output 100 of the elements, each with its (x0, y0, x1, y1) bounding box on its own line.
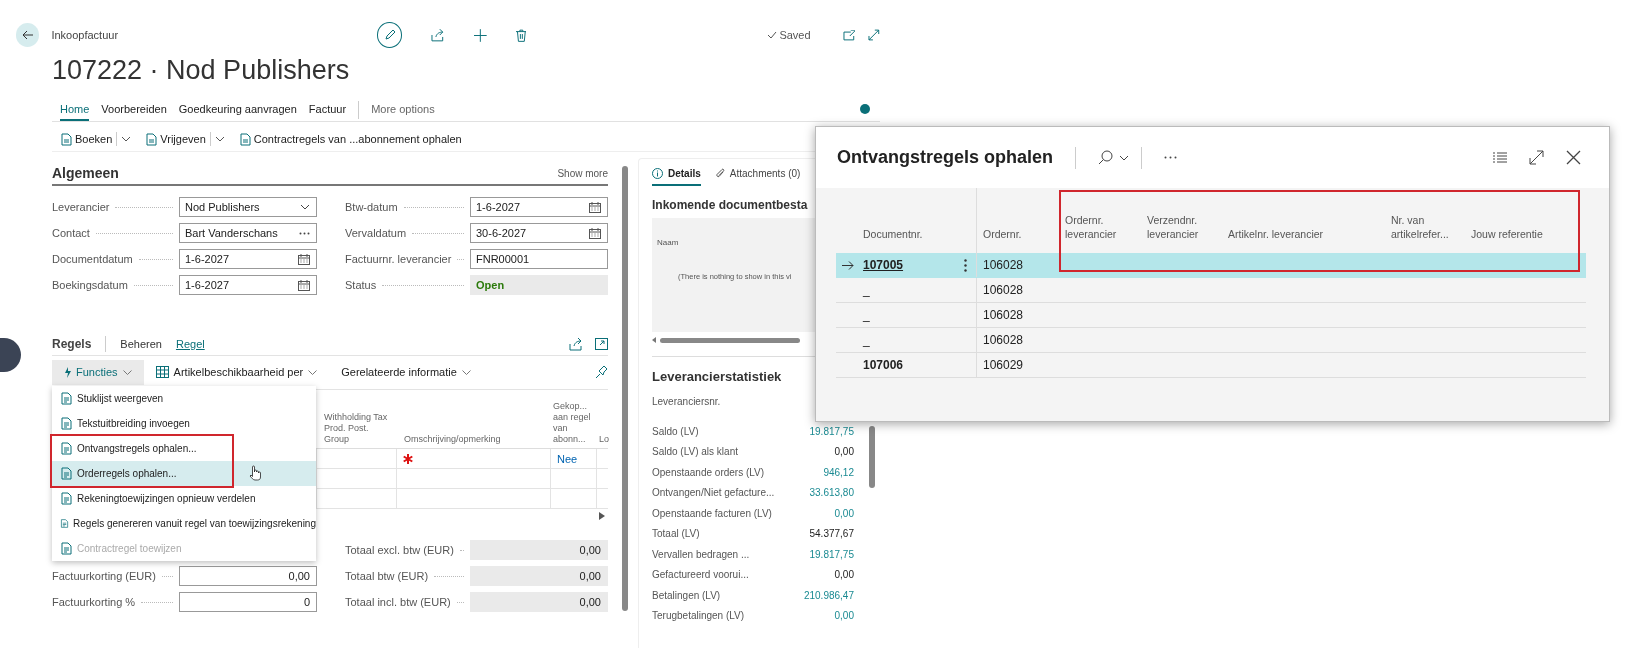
action-button[interactable]: Vrijgeven (145, 132, 225, 146)
stat-link[interactable]: 0,00 (834, 610, 854, 622)
expand-icon[interactable] (868, 29, 880, 41)
share-icon[interactable] (431, 28, 445, 42)
menu-item[interactable]: Orderregels ophalen... (52, 461, 316, 486)
table-cell[interactable] (596, 469, 608, 489)
caret-icon[interactable] (121, 136, 132, 142)
nav-tab[interactable]: Goedkeuring aanvragen (178, 99, 297, 121)
calendar-icon[interactable] (298, 279, 310, 291)
column-header[interactable]: Ordernr. (977, 188, 1059, 253)
calendar-icon[interactable] (589, 201, 601, 213)
column-header[interactable]: Omschrijving/opmerking (396, 390, 550, 449)
document-icon (60, 517, 70, 530)
factbox-tab[interactable]: Details (652, 162, 701, 186)
lines-tab[interactable]: Beheren (120, 338, 162, 350)
stat-link[interactable]: 0,00 (834, 507, 854, 519)
action-button[interactable]: Boeken (60, 132, 132, 146)
stat-link[interactable]: 210.986,47 (803, 589, 854, 601)
calendar-icon[interactable] (298, 253, 310, 265)
toolbar-button[interactable]: Artikelbeschikbaarheid per (143, 359, 330, 385)
menu-item[interactable]: Ontvangstregels ophalen... (52, 436, 316, 461)
more-vertical-icon[interactable] (964, 258, 967, 272)
column-header[interactable]: Jouw referentie (1465, 188, 1586, 253)
table-row[interactable]: 107005 106028 (836, 253, 1586, 278)
factbox-tab[interactable]: Attachments (0) (714, 162, 801, 186)
menu-item[interactable]: Stuklijst weergeven (52, 386, 316, 411)
table-cell: _ (863, 308, 870, 322)
pin-icon[interactable] (595, 365, 608, 379)
column-header[interactable]: Lo (596, 390, 608, 449)
table-row[interactable]: _ 106028 (836, 328, 1586, 353)
list-icon[interactable] (1493, 152, 1507, 163)
back-button[interactable] (16, 23, 40, 47)
lookup-field[interactable]: Bart Vanderschans (179, 223, 317, 243)
table-cell[interactable] (396, 489, 550, 509)
table-cell[interactable] (550, 489, 596, 509)
table-cell[interactable] (396, 469, 550, 489)
lines-tab[interactable]: Regel (175, 338, 205, 350)
table-cell[interactable] (596, 449, 608, 469)
column-header[interactable]: Nr. van artikelrefer... (1385, 188, 1465, 253)
table-cell[interactable] (596, 489, 608, 509)
table-row[interactable]: 107006 106029 (836, 353, 1586, 378)
more-options-tab[interactable]: More options (371, 99, 435, 121)
nav-tab[interactable]: Home (60, 99, 90, 121)
field-label: Factuurnr. leverancier (345, 253, 452, 265)
table-cell[interactable] (550, 469, 596, 489)
open-in-new-window-icon[interactable] (842, 29, 856, 41)
scrollbar[interactable] (869, 426, 875, 488)
menu-item[interactable]: Regels genereren vanuit regel van toewijzingsrekening (52, 511, 316, 536)
stat-link[interactable]: 19.817,75 (809, 425, 854, 437)
close-icon[interactable] (1566, 150, 1581, 165)
caret-icon[interactable] (1119, 154, 1130, 161)
scrollbar-thumb[interactable] (660, 337, 800, 343)
table-row[interactable]: _ 106028 (836, 303, 1586, 328)
document-link[interactable]: 107005 (863, 258, 904, 272)
more-icon[interactable] (1164, 156, 1178, 159)
plus-icon[interactable] (474, 28, 487, 42)
stat-value: 0,00 (834, 569, 854, 581)
table-row[interactable]: _ 106028 (836, 278, 1586, 303)
column-header[interactable]: Ordernr. leverancier (1059, 188, 1141, 253)
column-header[interactable]: Verzendnr. leverancier (1141, 188, 1222, 253)
stat-link[interactable]: 33.613,80 (809, 487, 854, 499)
table-cell[interactable] (396, 449, 550, 469)
menu-item[interactable]: Rekeningtoewijzingen opnieuw verdelen (52, 486, 316, 511)
stat-link[interactable]: 946,12 (823, 466, 854, 478)
scrollbar[interactable] (622, 166, 628, 611)
nav-tab[interactable]: Voorbereiden (101, 99, 167, 121)
pencil-icon (383, 29, 396, 41)
expand-icon[interactable] (595, 338, 608, 350)
scroll-right-icon[interactable] (599, 512, 605, 520)
number-field[interactable]: 0 (179, 592, 317, 612)
stat-label: Gefactureerd voorui... (652, 569, 749, 581)
table-cell: 106028 (983, 308, 1024, 322)
caret-icon[interactable] (214, 136, 225, 142)
toolbar-button[interactable]: Functies (52, 359, 144, 385)
panel-handle[interactable] (0, 338, 21, 372)
text-field[interactable]: FNR00001 (470, 249, 608, 269)
toolbar-button[interactable]: Gerelateerde informatie (329, 359, 483, 385)
expand-icon[interactable] (1529, 150, 1544, 165)
document-icon (60, 542, 73, 555)
dropdown-field[interactable]: Nod Publishers (179, 197, 317, 217)
share-icon[interactable] (569, 337, 583, 351)
date-field[interactable]: 30-6-2027 (470, 223, 608, 243)
nav-tab[interactable]: Factuur (308, 99, 347, 121)
more-icon[interactable] (299, 231, 310, 235)
search-icon[interactable] (1098, 150, 1114, 165)
date-field[interactable]: 1-6-2027 (179, 275, 317, 295)
trash-icon[interactable] (515, 28, 527, 42)
stat-link[interactable]: 19.817,75 (809, 548, 854, 560)
date-field[interactable]: 1-6-2027 (470, 197, 608, 217)
menu-item[interactable]: Tekstuitbreiding invoegen (52, 411, 316, 436)
number-field[interactable]: 0,00 (179, 566, 317, 586)
date-field[interactable]: 1-6-2027 (179, 249, 317, 269)
column-header[interactable]: Gekop... aan regel van abonn... (550, 390, 596, 449)
column-header[interactable]: Artikelnr. leverancier (1222, 188, 1385, 253)
table-cell[interactable]: Nee (550, 449, 596, 469)
action-button[interactable]: Contractregels van ...abonnement ophalen (238, 132, 462, 146)
show-more-link[interactable]: Show more (557, 167, 608, 179)
scroll-left-icon[interactable] (652, 337, 656, 343)
calendar-icon[interactable] (589, 227, 601, 239)
status-field: Open (470, 275, 608, 295)
